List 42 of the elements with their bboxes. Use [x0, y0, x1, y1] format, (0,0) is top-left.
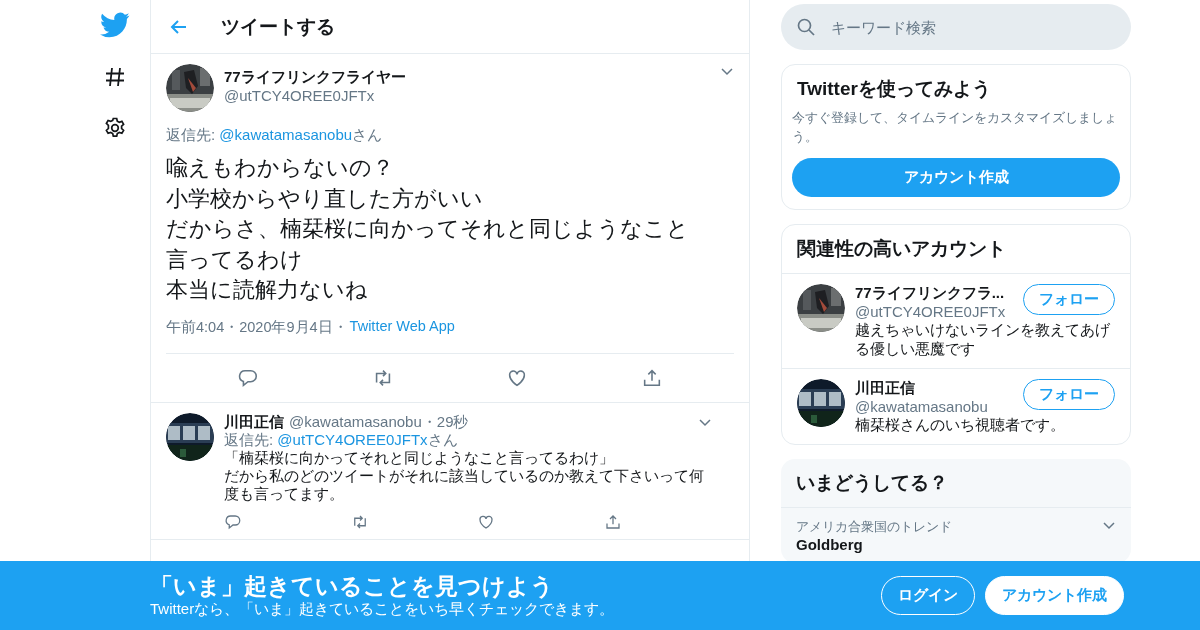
follow-button[interactable]: フォロー	[1023, 379, 1115, 410]
hashtag-icon[interactable]	[103, 65, 127, 89]
user-name: 77ライフリンクフライヤー	[224, 68, 407, 87]
trend-name[interactable]: Goldberg	[796, 536, 1116, 553]
tweet-text: 小学校からやり直した方がいい	[166, 185, 483, 211]
tweet-text: 「楠栞桜に向かってそれと同じようなこと言ってるわけ」	[224, 448, 615, 467]
banner-subtitle: Twitterなら、「いま」起きていることをいち早くチェックできます。	[150, 600, 616, 619]
tweet-timestamp: 午前4:04・2020年9月4日・	[166, 317, 348, 337]
source-link[interactable]: Twitter Web App	[349, 317, 455, 337]
settings-icon[interactable]	[103, 116, 127, 140]
search-icon	[797, 18, 815, 36]
mention-link[interactable]: @utTCY4OREE0JFTx	[277, 430, 428, 448]
tweet-text: だから私のどのツイートがそれに該当しているのか教えて下さいって何度も言ってます。	[224, 466, 705, 503]
bird-logo-icon[interactable]	[100, 12, 130, 38]
tweet-text: 喩えもわからないの？	[166, 155, 394, 180]
tweet-text: だからさ、楠栞桜に向かってそれと同じようなこと	[166, 216, 689, 241]
card-title: いまどうしてる？	[781, 459, 1131, 508]
tweet-text: 本当に読解力ないね	[166, 277, 368, 302]
user-handle: @utTCY4OREE0JFTx	[224, 87, 375, 104]
user-handle: @kawatamasanobu・29秒	[289, 412, 469, 431]
mention-link[interactable]: @kawatamasanobu	[219, 126, 353, 143]
card-text: 今すぐ登録して、タイムラインをカスタマイズしましょう。	[791, 109, 1118, 146]
reply-icon[interactable]	[224, 512, 242, 531]
follow-button[interactable]: フォロー	[1023, 284, 1115, 315]
search-field[interactable]: キーワード検索	[781, 4, 1131, 50]
signup-button[interactable]: アカウント作成	[985, 576, 1124, 615]
account-name[interactable]: 川田正信	[855, 379, 1017, 398]
card-title: Twitterを使ってみよう	[796, 77, 992, 101]
account-handle: @kawatamasanobu	[855, 398, 989, 415]
account-bio: 越えちゃいけないラインを教えてあげる優しい悪魔です	[855, 320, 1111, 358]
banner-title: 「いま」起きていることを見つけよう	[150, 572, 555, 600]
account-bio: 楠栞桜さんのいち視聴者です。	[855, 415, 1066, 434]
account-name[interactable]: 77ライフリンクフラ...	[855, 284, 1017, 303]
page-title: ツイートする	[221, 14, 335, 39]
reply-to-text: 返信先: @utTCY4OREE0JFTxさん	[224, 430, 459, 449]
account-handle: @utTCY4OREE0JFTx	[855, 303, 1007, 320]
card-title: 関連性の高いアカウント	[782, 225, 1130, 274]
trend-context: アメリカ合衆国のトレンド	[796, 518, 952, 536]
user-name: 川田正信	[224, 412, 284, 431]
signup-button[interactable]: アカウント作成	[792, 158, 1120, 197]
tweet-text: 言ってるわけ	[166, 246, 303, 272]
reply-to-text: 返信先: @kawatamasanobuさん	[166, 126, 384, 145]
